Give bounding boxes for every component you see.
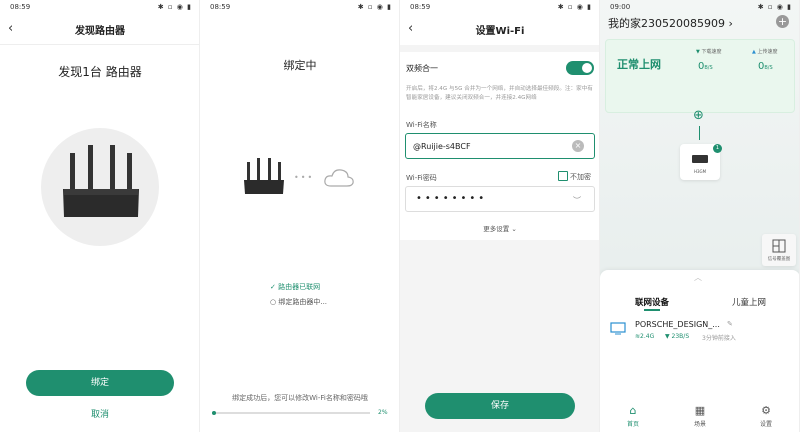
upload-arrow-icon: ▲ bbox=[752, 49, 756, 55]
topology-link bbox=[699, 126, 700, 140]
coverage-map-button[interactable]: 信号覆盖图 bbox=[762, 234, 796, 266]
progress-fill bbox=[212, 411, 216, 415]
chevron-up-icon[interactable]: ︿ bbox=[694, 272, 702, 283]
home-selector[interactable]: 我的家230520085909 › bbox=[608, 15, 733, 31]
password-label: Wi-Fi密码 bbox=[406, 174, 437, 182]
device-rate-value: 23B/S bbox=[671, 333, 690, 340]
page-title: 绑定中 bbox=[283, 59, 317, 72]
tab-underline bbox=[644, 309, 660, 311]
status-bar: 08:59 ✱ ▫ ◉ ▮ bbox=[0, 0, 199, 14]
nav-scenes-label: 场景 bbox=[693, 421, 706, 428]
network-status: 正常上网 bbox=[617, 58, 661, 71]
grid-icon: ▦ bbox=[694, 404, 706, 417]
chevron-right-icon: › bbox=[728, 17, 733, 30]
status-bar: 08:59 ✱ ▫ ◉ ▮ bbox=[400, 0, 599, 14]
step-binding-router: ○ 绑定路由器中... bbox=[270, 298, 328, 306]
status-time: 08:59 bbox=[410, 3, 431, 11]
cancel-link[interactable]: 取消 bbox=[0, 407, 199, 420]
upload-label-text: 上传速度 bbox=[757, 49, 778, 55]
password-input[interactable]: •••••••• bbox=[405, 186, 595, 212]
step-label: 路由器已联网 bbox=[278, 283, 321, 291]
nav-settings[interactable]: ⚙ 设置 bbox=[746, 404, 786, 428]
globe-icon: ⊕ bbox=[693, 108, 704, 123]
upload-speed: 0B/S bbox=[758, 61, 773, 72]
divider bbox=[0, 44, 199, 45]
binding-screen: 08:59 ✱ ▫ ◉ ▮ 绑定中 ••• ✓ 路由器已联网 ○ 绑定路由器中.… bbox=[200, 0, 400, 432]
status-time: 08:59 bbox=[10, 3, 31, 11]
router-icon bbox=[692, 155, 708, 163]
nav-home-label: 首页 bbox=[626, 421, 639, 428]
nav-settings-label: 设置 bbox=[759, 421, 772, 428]
router-icon bbox=[244, 158, 284, 194]
wifi-settings-screen: 08:59 ✱ ▫ ◉ ▮ ‹ 设置Wi-Fi 双频合一 开启后，将2.4G 与… bbox=[400, 0, 600, 432]
router-icon bbox=[63, 145, 139, 217]
computer-icon bbox=[610, 322, 626, 335]
no-password-checkbox[interactable] bbox=[558, 171, 568, 181]
progress-percent: 2% bbox=[378, 409, 388, 416]
device-connected-time: 3分钟前接入 bbox=[702, 335, 736, 342]
hide-password-icon[interactable]: ︶ bbox=[573, 195, 581, 206]
download-speed: 0B/S bbox=[698, 61, 713, 72]
step-label: 绑定路由器中... bbox=[278, 298, 328, 306]
chevron-down-icon: ⌄ bbox=[511, 225, 517, 233]
dual-band-description: 开启后，将2.4G 与5G 合并为一个网络，并自动选择最佳频段。注：家中有智能家… bbox=[406, 86, 593, 101]
page-title: 发现路由器 bbox=[75, 26, 125, 37]
device-name: PORSCHE_DESIGN_... bbox=[635, 320, 720, 329]
nav-home[interactable]: ⌂ 首页 bbox=[613, 404, 653, 428]
clear-icon[interactable]: × bbox=[572, 140, 584, 152]
status-icons: ✱ ▫ ◉ ▮ bbox=[157, 3, 192, 11]
coverage-map-label: 信号覆盖图 bbox=[767, 257, 791, 262]
home-icon: ⌂ bbox=[629, 404, 637, 417]
step-router-online: ✓ 路由器已联网 bbox=[270, 283, 321, 291]
upload-speed-label: ▲ 上传速度 bbox=[752, 48, 777, 55]
gear-icon: ⚙ bbox=[761, 404, 771, 417]
device-band-value: 2.4G bbox=[640, 333, 655, 340]
device-rate: ▼ 23B/S bbox=[665, 333, 689, 340]
status-icons: ✱ ▫ ◉ ▮ bbox=[557, 3, 592, 11]
save-button[interactable]: 保存 bbox=[425, 393, 575, 419]
download-speed-label: ▼ 下载速度 bbox=[696, 48, 721, 55]
status-time: 09:00 bbox=[610, 3, 631, 11]
download-arrow-icon: ▼ bbox=[696, 49, 700, 55]
add-icon[interactable]: + bbox=[776, 15, 789, 28]
upload-unit: B/S bbox=[764, 65, 773, 71]
home-title: 我的家230520085909 bbox=[608, 17, 725, 30]
binding-hint: 绑定成功后，您可以修改Wi-Fi名称和密码哦 bbox=[232, 394, 368, 402]
cloud-icon bbox=[324, 169, 354, 187]
status-bar: 09:00 ✱ ▫ ◉ ▮ bbox=[600, 0, 799, 14]
status-icons: ✱ ▫ ◉ ▮ bbox=[357, 3, 392, 11]
status-bar: 08:59 ✱ ▫ ◉ ▮ bbox=[200, 0, 399, 14]
more-settings-label: 更多设置 bbox=[483, 225, 510, 233]
device-band: ≋2.4G bbox=[635, 333, 654, 340]
tab-child-internet[interactable]: 儿童上网 bbox=[732, 296, 766, 308]
home-dashboard-screen: 09:00 ✱ ▫ ◉ ▮ 我的家230520085909 › + 正常上网 ▼… bbox=[600, 0, 800, 432]
status-time: 08:59 bbox=[210, 3, 231, 11]
router-badge: 1 bbox=[713, 144, 722, 153]
no-password-label: 不加密 bbox=[570, 173, 591, 181]
tab-connected-devices[interactable]: 联网设备 bbox=[635, 296, 669, 308]
discover-router-screen: 08:59 ✱ ▫ ◉ ▮ ‹ 发现路由器 发现1台 路由器 绑定 取消 bbox=[0, 0, 200, 432]
download-unit: B/S bbox=[704, 65, 713, 71]
coverage-map-icon bbox=[772, 239, 786, 253]
nav-scenes[interactable]: ▦ 场景 bbox=[680, 404, 720, 428]
progress-track bbox=[212, 412, 370, 414]
page-title: 设置Wi-Fi bbox=[475, 26, 525, 37]
found-router-headline: 发现1台 路由器 bbox=[58, 65, 142, 79]
ssid-label: Wi-Fi名称 bbox=[406, 121, 437, 129]
screenshot-strip: 08:59 ✱ ▫ ◉ ▮ ‹ 发现路由器 发现1台 路由器 绑定 取消 08:… bbox=[0, 0, 800, 432]
download-label-text: 下载速度 bbox=[701, 49, 722, 55]
dual-band-label: 双频合一 bbox=[406, 64, 438, 73]
ssid-input[interactable]: @Ruijie-s4BCF bbox=[405, 133, 595, 159]
more-settings-link[interactable]: 更多设置 ⌄ bbox=[400, 223, 599, 233]
connecting-dots: ••• bbox=[294, 173, 315, 182]
status-icons: ✱ ▫ ◉ ▮ bbox=[757, 3, 792, 11]
bind-button[interactable]: 绑定 bbox=[26, 370, 174, 396]
router-label: H3GM bbox=[693, 169, 707, 174]
dual-band-toggle[interactable] bbox=[566, 61, 594, 75]
edit-icon[interactable]: ✎ bbox=[727, 320, 733, 328]
download-arrow-icon: ▼ bbox=[665, 333, 670, 340]
